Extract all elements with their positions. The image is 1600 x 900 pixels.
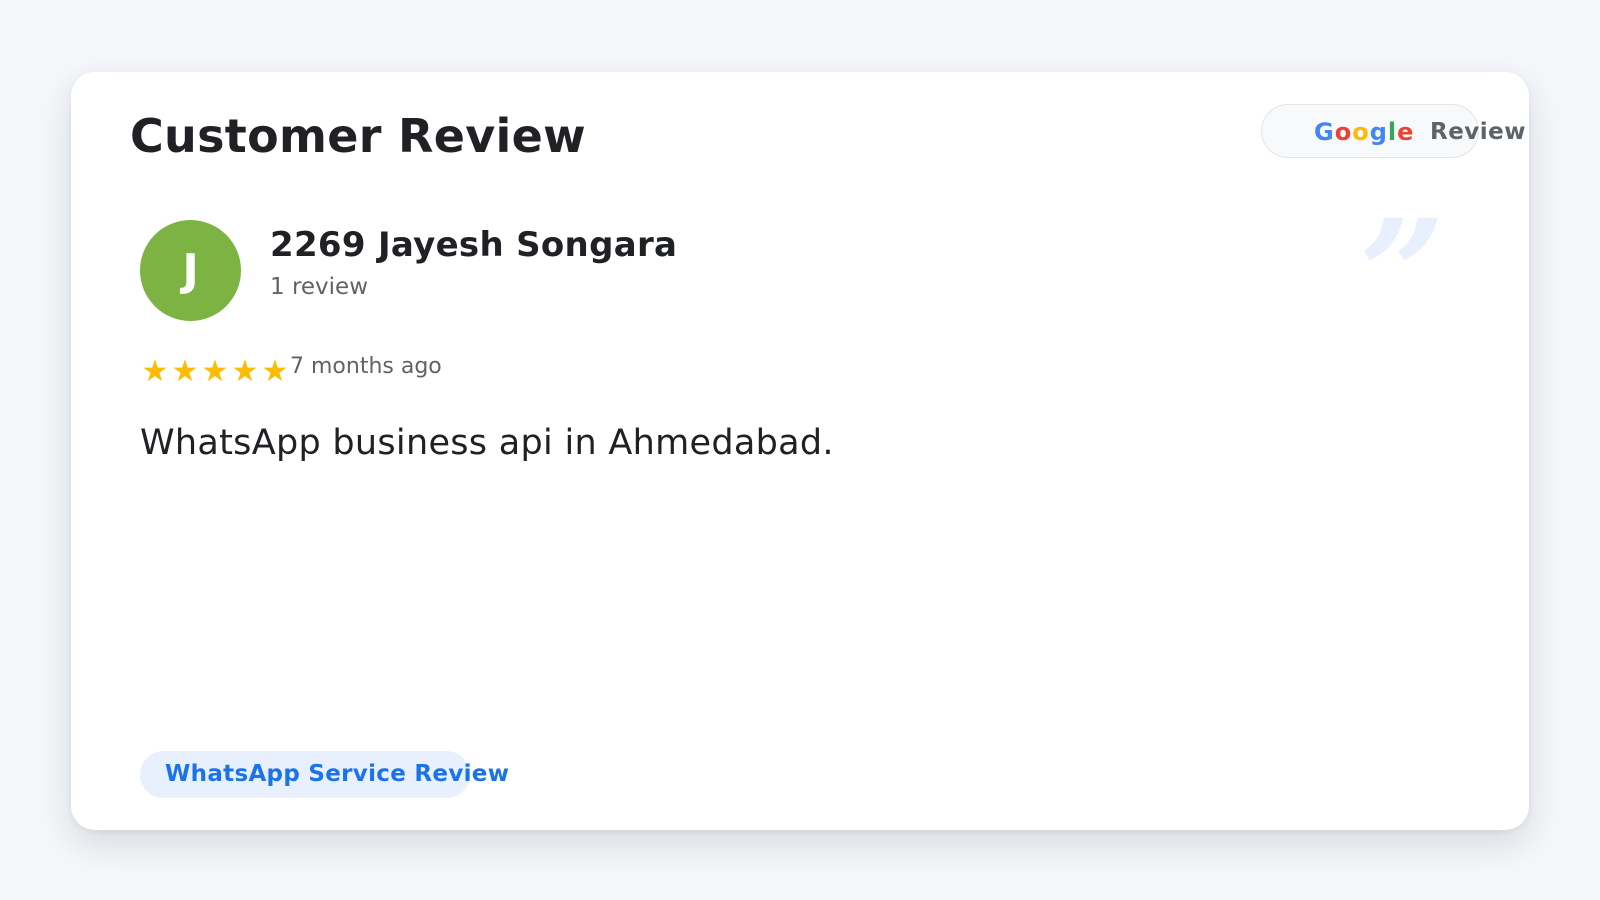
google-logo-letter: e bbox=[1397, 118, 1415, 146]
google-logo-letter: l bbox=[1387, 118, 1398, 146]
google-logo: Google bbox=[1314, 118, 1414, 146]
service-tag[interactable]: WhatsApp Service Review bbox=[140, 751, 509, 798]
star-rating: ★ ★ ★ ★ ★ bbox=[140, 352, 290, 392]
avatar: J bbox=[140, 220, 241, 321]
star-icon: ★ bbox=[201, 354, 229, 389]
review-text: WhatsApp business api in Ahmedabad. bbox=[140, 423, 834, 463]
review-time: 7 months ago bbox=[290, 354, 442, 379]
star-icon: ★ bbox=[231, 354, 259, 389]
star-icon: ★ bbox=[171, 354, 199, 389]
star-icon: ★ bbox=[261, 354, 289, 389]
badge-label: Review bbox=[1430, 119, 1527, 145]
closing-quote-icon: ” bbox=[1359, 187, 1446, 363]
star-icon: ★ bbox=[141, 354, 169, 389]
google-review-badge: Google Review bbox=[1261, 104, 1526, 158]
review-card: Customer Review Google Review ” J 2269 J… bbox=[71, 72, 1529, 830]
google-logo-letter: o bbox=[1334, 118, 1353, 146]
google-logo-letter: o bbox=[1352, 118, 1370, 146]
review-count: 1 review bbox=[270, 274, 369, 300]
card-title: Customer Review bbox=[130, 109, 586, 163]
google-logo-letter: g bbox=[1369, 118, 1388, 146]
google-logo-letter: G bbox=[1314, 118, 1335, 146]
reviewer-name: 2269 Jayesh Songara bbox=[270, 225, 678, 265]
